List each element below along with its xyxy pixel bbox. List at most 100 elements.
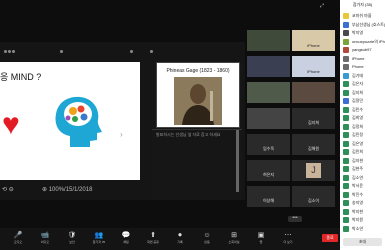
participant-row[interactable]: 박진수	[343, 191, 385, 199]
toolbar-button[interactable]: ⋯ 더 보기	[276, 231, 300, 244]
participant-row[interactable]: 김현주	[343, 165, 385, 173]
participant-row[interactable]: Phone	[343, 63, 385, 71]
participant-row[interactable]: 김민정	[343, 131, 385, 139]
video-tile[interactable]: J	[292, 160, 335, 181]
participants-panel: 참가자 (35) 초대 코미쉬 마을 부남선생님 (호스트) 박지영 oncuxpuz…	[340, 0, 385, 250]
toolbar-dot	[12, 50, 15, 53]
participant-row[interactable]: 박지현	[343, 208, 385, 216]
side-document-panel: Phineas Gage (1823 - 1860) 발표하시는 선생님 옆 자…	[152, 62, 242, 200]
toolbar-icon: 💬	[121, 232, 131, 239]
participant-row[interactable]: 박지원	[343, 216, 385, 224]
heart-icon: ♥	[2, 108, 20, 141]
fullscreen-icon[interactable]: ⤢	[320, 3, 324, 9]
participant-row[interactable]: oncuxpuzzle의 iPhone	[343, 38, 385, 46]
divider	[152, 129, 242, 130]
participant-row[interactable]: 김정민	[343, 97, 385, 105]
participant-name: 김지희	[352, 89, 364, 95]
video-tile[interactable]	[292, 82, 335, 103]
participant-row[interactable]: 김정희	[343, 123, 385, 131]
toolbar-icon: ⬆	[150, 232, 156, 239]
toolbar-icon: 📹	[40, 232, 50, 239]
video-tile[interactable]	[247, 108, 290, 129]
participant-name: 김정민	[352, 98, 364, 103]
video-tile[interactable]: 허은지	[247, 160, 290, 181]
toolbar-button[interactable]: ▣ 앱	[249, 231, 273, 244]
toolbar-button[interactable]: 👥 참가자 35	[87, 231, 111, 244]
participant-row[interactable]: 부남선생님 (호스트)	[343, 21, 385, 29]
toolbar-button[interactable]: ☺ 반응	[195, 231, 219, 244]
video-tile[interactable]: 김소이	[292, 186, 335, 207]
slide-title: 응 MIND ?	[0, 72, 42, 82]
toolbar-button[interactable]: ⬆ 화면 공유	[141, 231, 165, 244]
participant-row[interactable]: iPhone	[343, 55, 385, 63]
participant-row[interactable]: 김기태	[343, 72, 385, 80]
gage-slide: Phineas Gage (1823 - 1860)	[156, 62, 240, 128]
participant-row[interactable]: 김지현	[343, 157, 385, 165]
brain-gears-icon	[55, 96, 102, 147]
participant-row[interactable]: 김희영	[343, 114, 385, 122]
toolbar-button[interactable]: 🎤 오디오	[6, 231, 30, 244]
toolbar-button[interactable]: 🛡 보안	[60, 231, 84, 244]
video-tile[interactable]: iPhone	[292, 56, 335, 77]
toolbar-label: 보안	[69, 240, 75, 244]
video-tile[interactable]: iPhone	[292, 30, 335, 51]
participant-row[interactable]: 박서윤	[343, 182, 385, 190]
participant-name: 김정희	[352, 123, 364, 129]
participant-avatar	[343, 208, 349, 215]
participant-row[interactable]: 김은영	[343, 140, 385, 148]
video-tile[interactable]: 김해원	[292, 134, 335, 155]
participant-row[interactable]: 김은자	[343, 80, 385, 88]
participant-avatar	[343, 55, 349, 62]
zoom-controls[interactable]: ⟲ ⊖	[2, 186, 14, 193]
participant-row[interactable]: 김지희	[343, 89, 385, 97]
video-tile[interactable]: 임수옥	[247, 134, 290, 155]
participant-row[interactable]: 김소연	[343, 174, 385, 182]
video-tile-name: 김해원	[307, 146, 320, 151]
end-meeting-button[interactable]: 종료	[322, 234, 338, 242]
slide-next-arrow[interactable]: ›	[120, 130, 123, 139]
video-tile[interactable]: 김지희	[292, 108, 335, 129]
meeting-toolbar: 🎤 오디오 📹 비디오 🛡 보안 👥 참가자 35 💬 채팅 ⬆ 화면 공유 ⏺ 기록 ☺ 반응 ⊞ 소회의실 ▣ 앱…	[0, 228, 340, 250]
toolbar-label: 오디오	[13, 240, 23, 244]
invite-button[interactable]: 초대	[343, 238, 382, 246]
toolbar-button[interactable]: 📹 비디오	[33, 231, 57, 244]
participant-name: 김민수	[352, 106, 364, 112]
shared-screen-controls[interactable]: ⟲ ⊖ ⊕ 100%/15/1/2018	[0, 184, 140, 196]
toolbar-button[interactable]: 💬 채팅	[114, 231, 138, 244]
toolbar-label: 화면 공유	[147, 240, 159, 244]
participant-row[interactable]: yangsub97	[343, 46, 385, 54]
participant-name: 박소연	[352, 225, 364, 231]
video-tile[interactable]	[247, 56, 290, 77]
video-tile[interactable]	[247, 82, 290, 103]
scrollbar[interactable]	[236, 130, 239, 192]
participant-row[interactable]: 김민수	[343, 106, 385, 114]
gage-portrait-image	[174, 77, 222, 125]
toolbar-icon: 🛡	[67, 232, 77, 239]
participant-row[interactable]: 코미쉬 마을	[343, 12, 385, 20]
toolbar-label: 더 보기	[283, 240, 293, 244]
participants-title: 참가자 (35)	[352, 2, 373, 7]
toolbar-dot	[150, 50, 153, 53]
presentation-slide: 응 MIND ? ♥ ›	[0, 62, 140, 180]
participant-name: 김소연	[352, 174, 364, 180]
shared-screen-toolbar	[0, 42, 245, 62]
participant-row[interactable]: 송지영	[343, 199, 385, 207]
participant-row[interactable]: 박지영	[343, 29, 385, 37]
participant-name: 박진수	[352, 191, 364, 197]
participant-avatar	[343, 64, 349, 70]
participant-name: 박지현	[352, 208, 364, 214]
video-tile-name: 허은지	[262, 172, 275, 177]
video-tile-name: 임수옥	[262, 146, 275, 151]
toolbar-label: 소회의실	[228, 240, 240, 244]
video-tile-name: iPhone	[307, 43, 320, 48]
toolbar-button[interactable]: ⊞ 소회의실	[222, 231, 246, 244]
participant-row[interactable]: 김민희	[343, 148, 385, 156]
participant-row[interactable]: 박소연	[343, 225, 385, 233]
video-tile[interactable]	[247, 30, 290, 51]
gallery-more-button[interactable]: •••	[288, 216, 302, 222]
toolbar-button[interactable]: ⏺ 기록	[168, 231, 192, 244]
participant-name: 부남선생님 (호스트)	[352, 21, 385, 27]
toolbar-dot	[130, 50, 133, 53]
video-tile[interactable]: 이상해	[247, 186, 290, 207]
video-tile-name: 김지희	[307, 120, 320, 125]
